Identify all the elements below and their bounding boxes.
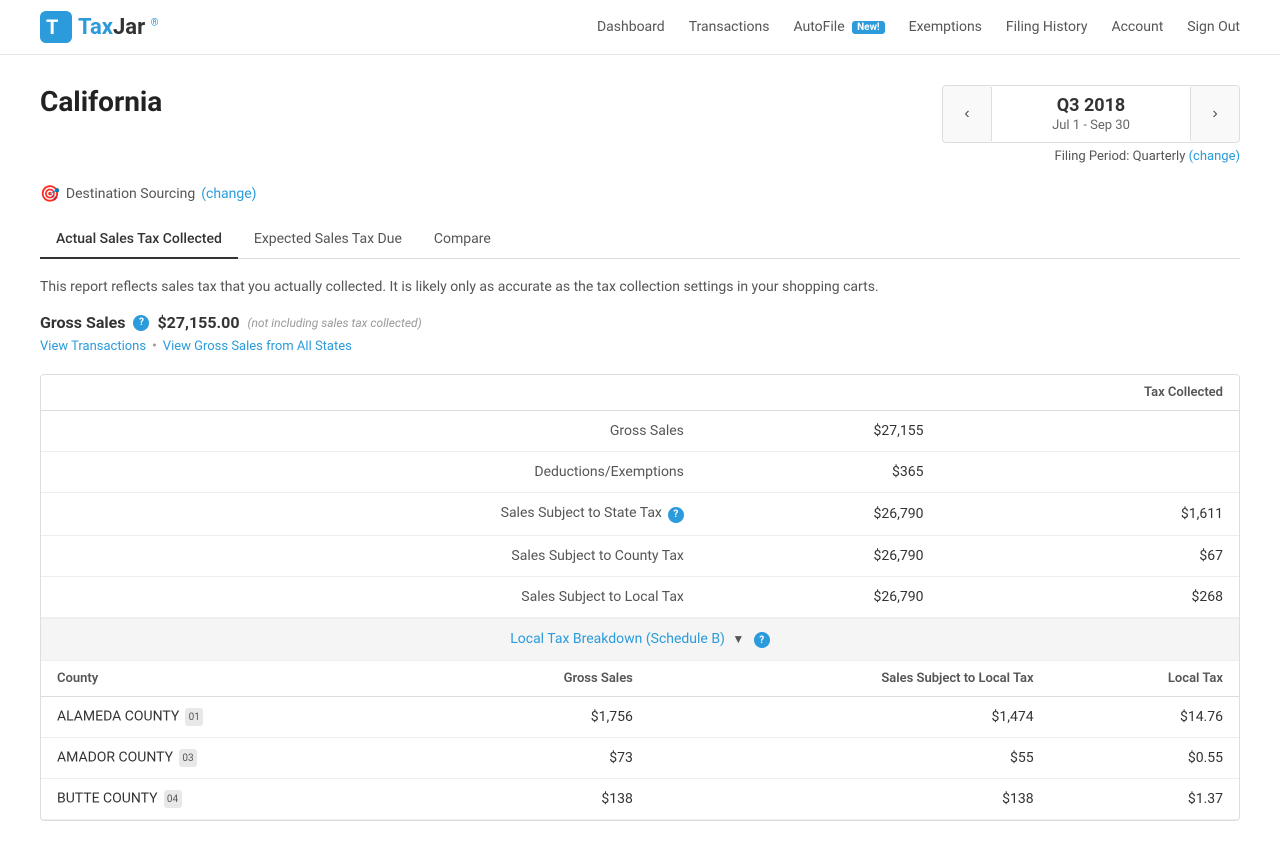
nav-sign-out[interactable]: Sign Out [1187,19,1240,35]
county-cell-subject: $55 [649,738,1050,779]
county-header-subject: Sales Subject to Local Tax [649,661,1050,697]
county-header-local-tax: Local Tax [1050,661,1239,697]
county-cell-local-tax: $14.76 [1050,697,1239,738]
table-cell-tax: $268 [939,576,1239,617]
logo: T TaxJar ® [40,11,158,43]
header: T TaxJar ® Dashboard Transactions AutoFi… [0,0,1280,55]
period-prev-button[interactable]: ‹ [943,86,991,142]
report-description: This report reflects sales tax that you … [40,279,1240,295]
gross-sales-amount: $27,155.00 [157,313,239,332]
gross-sales-note: (not including sales tax collected) [248,316,422,330]
table-header-value [700,375,940,411]
nav-dashboard[interactable]: Dashboard [597,19,665,35]
main-table: Tax Collected Gross Sales$27,155Deductio… [41,375,1239,618]
gross-sales-label: Gross Sales [40,313,125,332]
schedule-b-header: Local Tax Breakdown (Schedule B) ▼ ? [41,618,1239,662]
sourcing-label: Destination Sourcing [66,186,195,202]
table-cell-label: Sales Subject to Local Tax [41,576,700,617]
table-cell-tax: $67 [939,535,1239,576]
county-cell-gross-sales: $1,756 [429,697,649,738]
county-cell-subject: $138 [649,779,1050,820]
table-cell-value: $26,790 [700,493,940,536]
county-table-row: ALAMEDA COUNTY01$1,756$1,474$14.76 [41,697,1239,738]
sourcing-change-link[interactable]: (change) [201,186,256,202]
nav-transactions[interactable]: Transactions [689,19,770,35]
sourcing-icon: 🎯 [40,184,60,203]
period-dates: Jul 1 - Sep 30 [1024,118,1158,133]
county-cell-local-tax: $0.55 [1050,738,1239,779]
period-next-button[interactable]: › [1191,86,1239,142]
autofile-badge: New! [852,21,885,34]
county-header-gross-sales: Gross Sales [429,661,649,697]
county-cell-name: BUTTE COUNTY04 [41,779,429,820]
svg-text:T: T [46,15,58,39]
table-header-tax: Tax Collected [939,375,1239,411]
county-header-county: County [41,661,429,697]
table-cell-tax [939,452,1239,493]
filing-period: Filing Period: Quarterly (change) [942,149,1240,164]
links-separator: • [152,338,157,354]
county-cell-gross-sales: $138 [429,779,649,820]
table-row: Sales Subject to Local Tax$26,790$268 [41,576,1239,617]
table-cell-tax [939,411,1239,452]
state-title: California [40,85,162,118]
table-cell-value: $365 [700,452,940,493]
county-cell-name: ALAMEDA COUNTY01 [41,697,429,738]
table-cell-label: Gross Sales [41,411,700,452]
county-badge: 01 [185,708,203,726]
schedule-b-toggle-icon[interactable]: ▼ [732,632,744,646]
nav-autofile[interactable]: AutoFile New! [793,19,884,35]
table-cell-label: Deductions/Exemptions [41,452,700,493]
period-selector: ‹ Q3 2018 Jul 1 - Sep 30 › [942,85,1240,143]
view-gross-sales-link[interactable]: View Gross Sales from All States [163,339,352,354]
links-row: View Transactions • View Gross Sales fro… [40,338,1240,354]
county-table-row: BUTTE COUNTY04$138$138$1.37 [41,779,1239,820]
table-row: Sales Subject to State Tax?$26,790$1,611 [41,493,1239,536]
county-table-row: AMADOR COUNTY03$73$55$0.55 [41,738,1239,779]
tab-expected-sales-tax[interactable]: Expected Sales Tax Due [238,221,418,259]
gross-sales-row: Gross Sales ? $27,155.00 (not including … [40,313,1240,332]
main-nav: Dashboard Transactions AutoFile New! Exe… [597,19,1240,35]
schedule-b-link[interactable]: Local Tax Breakdown (Schedule B) [510,631,725,647]
county-cell-local-tax: $1.37 [1050,779,1239,820]
table-row: Gross Sales$27,155 [41,411,1239,452]
table-cell-value: $26,790 [700,576,940,617]
taxjar-logo-icon: T [40,11,72,43]
tab-compare[interactable]: Compare [418,221,507,259]
view-transactions-link[interactable]: View Transactions [40,339,146,354]
table-cell-value: $27,155 [700,411,940,452]
period-display: Q3 2018 Jul 1 - Sep 30 [991,87,1191,141]
county-cell-subject: $1,474 [649,697,1050,738]
table-row: Sales Subject to County Tax$26,790$67 [41,535,1239,576]
tab-actual-sales-tax[interactable]: Actual Sales Tax Collected [40,221,238,259]
county-table: County Gross Sales Sales Subject to Loca… [41,661,1239,820]
table-cell-value: $26,790 [700,535,940,576]
nav-exemptions[interactable]: Exemptions [909,19,982,35]
county-badge: 03 [179,749,197,767]
sourcing-row: 🎯 Destination Sourcing (change) [40,184,1240,203]
table-cell-label: Sales Subject to County Tax [41,535,700,576]
nav-account[interactable]: Account [1111,19,1163,35]
state-section: California [40,85,162,118]
table-row: Deductions/Exemptions$365 [41,452,1239,493]
county-cell-gross-sales: $73 [429,738,649,779]
main-content: California ‹ Q3 2018 Jul 1 - Sep 30 › Fi… [0,55,1280,851]
gross-sales-help-icon[interactable]: ? [133,315,149,331]
schedule-b-help-icon[interactable]: ? [754,632,770,648]
main-table-wrapper: Tax Collected Gross Sales$27,155Deductio… [40,374,1240,821]
top-row: California ‹ Q3 2018 Jul 1 - Sep 30 › Fi… [40,85,1240,164]
table-header-label [41,375,700,411]
period-section: ‹ Q3 2018 Jul 1 - Sep 30 › Filing Period… [942,85,1240,164]
tabs: Actual Sales Tax Collected Expected Sale… [40,221,1240,259]
filing-period-change-link[interactable]: (change) [1189,149,1240,164]
table-cell-label: Sales Subject to State Tax? [41,493,700,536]
logo-text: TaxJar ® [78,15,158,40]
row-help-icon[interactable]: ? [668,507,684,523]
county-badge: 04 [164,790,182,808]
nav-filing-history[interactable]: Filing History [1006,19,1088,35]
county-cell-name: AMADOR COUNTY03 [41,738,429,779]
table-cell-tax: $1,611 [939,493,1239,536]
period-quarter: Q3 2018 [1024,95,1158,116]
